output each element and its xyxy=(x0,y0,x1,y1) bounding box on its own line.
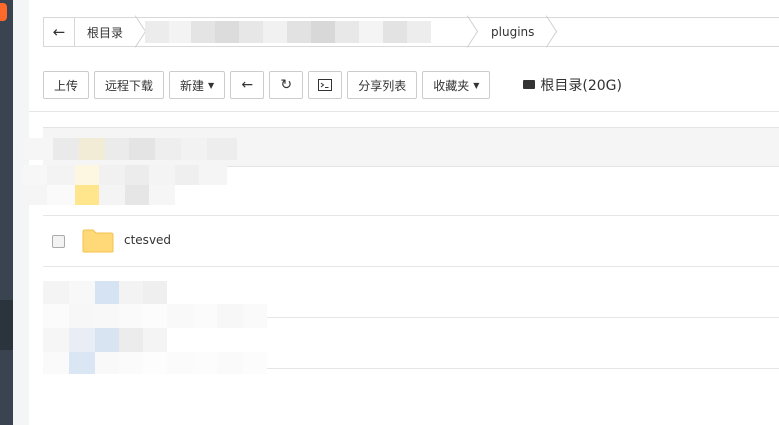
remote-download-label: 远程下载 xyxy=(105,78,154,93)
sidebar-badge xyxy=(0,3,7,21)
arrow-left-icon: ← xyxy=(241,77,254,93)
breadcrumb-root-label: 根目录 xyxy=(87,25,124,40)
sidebar xyxy=(0,0,13,425)
refresh-button[interactable]: ↻ xyxy=(269,71,304,99)
back-button[interactable]: ← xyxy=(230,71,265,99)
favorites-dropdown-button[interactable]: 收藏夹 ▼ xyxy=(422,71,491,99)
upload-label: 上传 xyxy=(54,78,79,93)
redacted-row xyxy=(43,304,267,328)
redacted-row xyxy=(43,281,167,305)
toolbar: 上传 远程下载 新建 ▼ ← ↻ 分享列表 收藏夹 ▼ 根目录(20G) xyxy=(43,70,779,100)
breadcrumb-back-button[interactable]: ← xyxy=(44,18,75,46)
favorites-label: 收藏夹 xyxy=(433,78,470,93)
caret-down-icon: ▼ xyxy=(473,80,480,90)
table-row[interactable]: ctesved xyxy=(43,216,779,267)
redacted-row xyxy=(43,352,267,374)
upload-button[interactable]: 上传 xyxy=(43,71,90,99)
redacted-mosaic xyxy=(145,21,432,43)
redacted-row xyxy=(23,185,175,205)
share-list-label: 分享列表 xyxy=(358,78,407,93)
folder-icon xyxy=(82,229,114,253)
terminal-icon xyxy=(318,79,333,91)
gutter xyxy=(13,0,29,425)
redacted-header xyxy=(23,138,237,160)
new-label: 新建 xyxy=(180,78,205,93)
new-dropdown-button[interactable]: 新建 ▼ xyxy=(169,71,226,99)
remote-download-button[interactable]: 远程下载 xyxy=(94,71,165,99)
hard-drive-icon xyxy=(523,79,536,89)
file-name[interactable]: ctesved xyxy=(124,233,171,247)
table-header xyxy=(23,127,779,167)
table-row[interactable] xyxy=(43,304,779,374)
redacted-row xyxy=(23,165,227,185)
toolbar-divider xyxy=(29,111,779,112)
breadcrumb-root[interactable]: 根目录 xyxy=(75,18,139,46)
breadcrumb-redacted-path[interactable] xyxy=(139,18,471,46)
breadcrumb-current-label: plugins xyxy=(491,25,535,39)
terminal-button[interactable] xyxy=(308,71,343,99)
caret-down-icon: ▼ xyxy=(208,80,215,90)
share-list-button[interactable]: 分享列表 xyxy=(347,71,418,99)
sidebar-active-item[interactable] xyxy=(0,300,13,350)
disk-selector[interactable]: 根目录(20G) xyxy=(523,75,622,95)
breadcrumb: ← 根目录 plugins xyxy=(43,17,779,47)
breadcrumb-current[interactable]: plugins xyxy=(471,18,550,46)
file-manager: ← 根目录 plugins 上传 远程下载 新建 ▼ ← ↻ 分享列表 收藏夹 … xyxy=(23,0,779,425)
redacted-row xyxy=(43,328,167,352)
arrow-left-icon: ← xyxy=(52,23,66,41)
row-checkbox[interactable] xyxy=(52,235,65,248)
refresh-icon: ↻ xyxy=(280,77,293,93)
disk-label: 根目录(20G) xyxy=(540,78,622,94)
table-row[interactable] xyxy=(23,165,779,216)
